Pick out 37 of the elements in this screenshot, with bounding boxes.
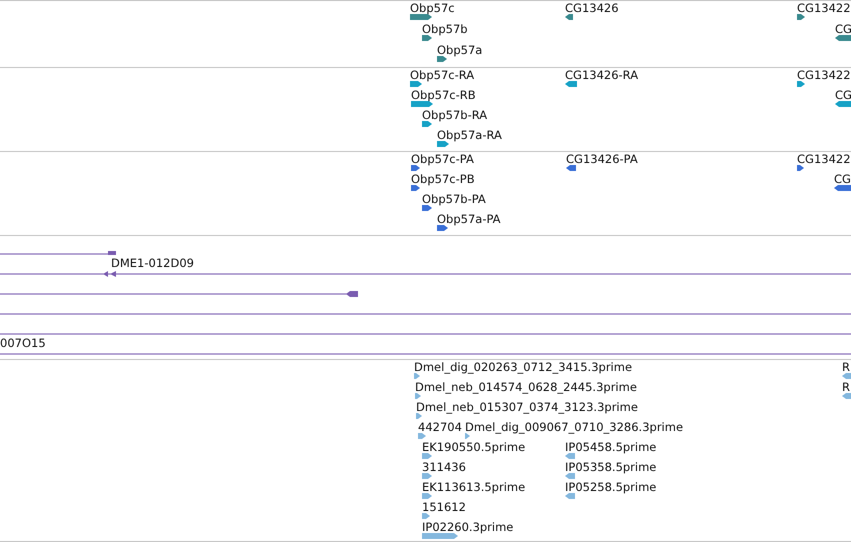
feature-label: CG xyxy=(835,23,851,36)
feature-label: Dmel_neb_015307_0374_3123.3prime xyxy=(416,401,638,414)
feature-label: CG13426-RA xyxy=(565,69,638,82)
feature-label: 151612 xyxy=(422,501,466,514)
feature-label: CG13422 xyxy=(797,2,851,15)
feature-label: Obp57c-PA xyxy=(411,153,474,166)
feature-label: 311436 xyxy=(422,461,466,474)
feature-label: CG xyxy=(835,89,851,102)
feature-label: CG13422 xyxy=(797,69,851,82)
feature-label: Obp57b-RA xyxy=(422,109,488,122)
feature-label: CG13426 xyxy=(565,2,619,15)
feature-label: CG xyxy=(834,173,851,186)
feature-label: Obp57a-RA xyxy=(437,129,502,142)
feature-label: Obp57a xyxy=(437,44,482,57)
feature-label: Obp57a-PA xyxy=(437,213,501,226)
feature-label: 442704 xyxy=(418,421,462,434)
feature-label: Dmel_dig_020263_0712_3415.3prime xyxy=(414,361,632,374)
feature-label: CG13422 xyxy=(797,153,851,166)
feature-label: DME1-012D09 xyxy=(111,257,194,270)
feature-label: IP05458.5prime xyxy=(565,441,656,454)
feature-label: EK190550.5prime xyxy=(422,441,526,454)
feature-label: Obp57b-PA xyxy=(422,193,486,206)
feature-label: Obp57c xyxy=(410,2,455,15)
feature-label: R xyxy=(842,381,850,394)
feature-label: Dmel_neb_014574_0628_2445.3prime xyxy=(415,381,637,394)
feature-label: Dmel_dig_009067_0710_3286.3prime xyxy=(465,421,684,434)
feature-label: IP02260.3prime xyxy=(422,521,514,534)
feature-label: CG13426-PA xyxy=(566,153,638,166)
feature-label: Obp57c-RB xyxy=(411,89,476,102)
feature-label: EK113613.5prime xyxy=(422,481,526,494)
feature-label: Obp57c-RA xyxy=(410,69,474,82)
feature-label: Obp57c-PB xyxy=(411,173,475,186)
feature-label: 007O15 xyxy=(0,337,46,350)
feature-label: IP05358.5prime xyxy=(565,461,656,474)
feature-label: IP05258.5prime xyxy=(565,481,656,494)
feature-label: Obp57b xyxy=(422,23,468,36)
feature-label: R xyxy=(842,361,850,374)
